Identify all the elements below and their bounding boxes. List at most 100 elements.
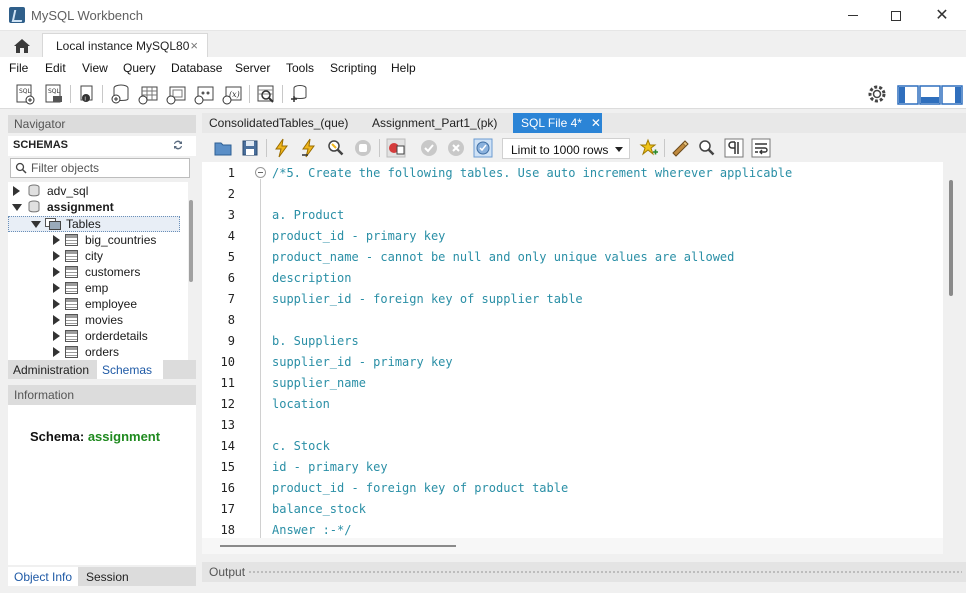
editor-vertical-scrollbar[interactable] (943, 162, 966, 538)
expand-arrow-icon[interactable] (53, 251, 60, 261)
expand-arrow-icon[interactable] (53, 283, 60, 293)
table-node[interactable]: customers (8, 264, 180, 280)
toggle-secondary-sidebar-icon[interactable] (941, 84, 963, 106)
menu-query[interactable]: Query (123, 61, 156, 75)
table-icon (65, 314, 78, 326)
tab-schemas[interactable]: Schemas (97, 360, 163, 379)
filter-objects-input[interactable] (31, 160, 186, 176)
scrollbar-thumb[interactable] (949, 180, 953, 296)
expand-arrow-icon[interactable] (53, 331, 60, 341)
menu-tools[interactable]: Tools (286, 61, 314, 75)
reconnect-icon[interactable] (288, 83, 310, 105)
explain-icon[interactable] (326, 138, 346, 158)
menu-edit[interactable]: Edit (45, 61, 66, 75)
rollback-icon[interactable] (446, 138, 466, 158)
tab-session[interactable]: Session (80, 567, 150, 586)
open-file-icon[interactable] (213, 138, 233, 158)
home-icon (14, 39, 30, 53)
schema-info-label: Schema: (30, 429, 85, 444)
fold-toggle-icon[interactable] (255, 167, 266, 178)
tab-label: Schemas (102, 363, 153, 377)
create-procedure-icon[interactable] (194, 83, 216, 105)
collapse-arrow-icon[interactable] (12, 204, 22, 211)
toggle-sidebar-icon[interactable] (897, 84, 919, 106)
svg-text:SQL: SQL (48, 88, 61, 95)
tab-sql-file-4[interactable]: SQL File 4* ✕ (513, 113, 602, 133)
menu-scripting[interactable]: Scripting (330, 61, 377, 75)
open-sql-script-icon[interactable]: SQL (43, 83, 65, 105)
beautify-icon[interactable] (670, 138, 690, 158)
output-panel-header[interactable]: Output (202, 562, 966, 582)
filter-objects-field[interactable] (10, 158, 190, 178)
table-node[interactable]: orderdetails (8, 328, 180, 344)
tab-assignment-part1[interactable]: Assignment_Part1_(pk) (372, 113, 512, 133)
table-node[interactable]: city (8, 248, 180, 264)
menu-view[interactable]: View (82, 61, 108, 75)
limit-rows-select[interactable]: Limit to 1000 rows (502, 138, 630, 159)
toggle-error-continue-icon[interactable] (386, 138, 406, 158)
create-schema-icon[interactable] (110, 83, 132, 105)
expand-arrow-icon[interactable] (53, 267, 60, 277)
table-node[interactable]: emp (8, 280, 180, 296)
scrollbar-thumb[interactable] (189, 200, 193, 282)
create-view-icon[interactable] (166, 83, 188, 105)
close-window-button[interactable]: ✕ (919, 0, 965, 31)
minimize-button[interactable] (830, 0, 876, 31)
menu-file[interactable]: File (9, 61, 28, 75)
create-function-icon[interactable]: (x) (222, 83, 244, 105)
new-sql-tab-icon[interactable]: SQL (14, 83, 36, 105)
refresh-schemas-icon[interactable] (172, 140, 184, 150)
table-node[interactable]: big_countries (8, 232, 180, 248)
toggle-output-panel-icon[interactable] (919, 84, 941, 106)
expand-arrow-icon[interactable] (13, 186, 20, 196)
resize-grip[interactable] (248, 570, 962, 575)
tab-administration[interactable]: Administration (8, 360, 96, 379)
search-table-data-icon[interactable] (255, 83, 277, 105)
close-connection-tab-icon[interactable]: × (190, 38, 198, 53)
home-button[interactable] (5, 35, 39, 57)
maximize-button[interactable] (873, 0, 919, 31)
tables-node[interactable]: Tables (8, 216, 178, 232)
inspector-icon[interactable]: i (76, 83, 98, 105)
line-number: 14 (220, 439, 235, 453)
expand-arrow-icon[interactable] (53, 299, 60, 309)
line-number: 5 (227, 250, 235, 264)
collapse-arrow-icon[interactable] (31, 221, 41, 228)
table-node[interactable]: orders (8, 344, 180, 360)
menu-help[interactable]: Help (391, 61, 416, 75)
autocommit-toggle-icon[interactable] (473, 138, 493, 158)
schema-node-assignment[interactable]: assignment (8, 199, 178, 215)
tree-scrollbar[interactable] (188, 182, 196, 360)
schema-node-adv-sql[interactable]: adv_sql (8, 183, 178, 199)
information-tabs: Object Info Session (8, 567, 196, 586)
tab-object-info[interactable]: Object Info (8, 567, 78, 586)
expand-arrow-icon[interactable] (53, 315, 60, 325)
scrollbar-thumb[interactable] (220, 545, 456, 547)
create-table-icon[interactable] (138, 83, 160, 105)
settings-gear-icon[interactable] (866, 83, 888, 105)
invisible-characters-icon[interactable] (724, 138, 744, 158)
expand-arrow-icon[interactable] (53, 347, 60, 357)
word-wrap-icon[interactable] (751, 138, 771, 158)
stop-icon[interactable] (353, 138, 373, 158)
tab-consolidated-tables[interactable]: ConsolidatedTables_(que) (209, 113, 367, 133)
sql-editor[interactable]: 1 2 3 4 5 6 7 8 9 10 11 12 13 14 15 16 1… (202, 162, 943, 538)
execute-current-statement-icon[interactable] (299, 138, 319, 158)
execute-icon[interactable] (272, 138, 292, 158)
table-node[interactable]: employee (8, 296, 180, 312)
connection-tab[interactable]: Local instance MySQL80 × (42, 33, 208, 57)
table-node[interactable]: movies (8, 312, 180, 328)
commit-icon[interactable] (419, 138, 439, 158)
menu-server[interactable]: Server (235, 61, 270, 75)
menu-bar: File Edit View Query Database Server Too… (0, 57, 966, 79)
find-replace-icon[interactable] (697, 138, 717, 158)
close-tab-icon[interactable]: ✕ (591, 116, 601, 130)
code-line: supplier_name (272, 376, 366, 390)
editor-horizontal-scrollbar[interactable] (202, 538, 943, 554)
save-icon[interactable] (240, 138, 260, 158)
add-snippet-star-icon[interactable] (639, 138, 659, 158)
menu-database[interactable]: Database (171, 61, 222, 75)
table-name: emp (85, 281, 109, 295)
panel-divider[interactable] (197, 113, 201, 586)
expand-arrow-icon[interactable] (53, 235, 60, 245)
